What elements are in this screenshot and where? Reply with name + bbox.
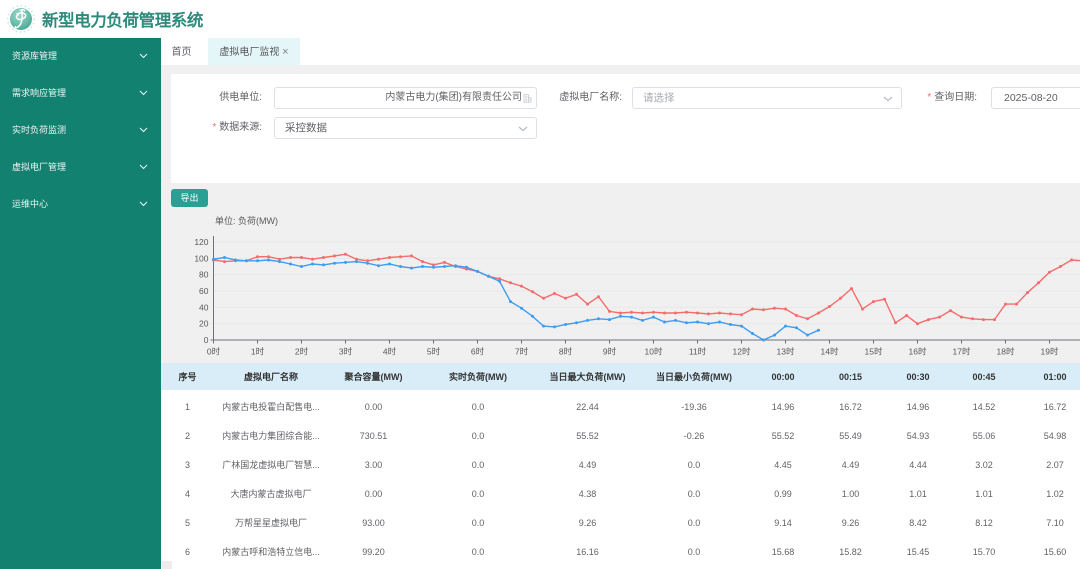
svg-text:15时: 15时 bbox=[865, 347, 883, 357]
svg-text:60: 60 bbox=[199, 286, 209, 296]
svg-text:6时: 6时 bbox=[471, 347, 485, 357]
svg-text:7时: 7时 bbox=[515, 347, 529, 357]
svg-text:0: 0 bbox=[204, 335, 209, 345]
svg-text:3时: 3时 bbox=[339, 347, 353, 357]
svg-text:80: 80 bbox=[199, 270, 209, 280]
svg-text:4时: 4时 bbox=[383, 347, 397, 357]
svg-text:8时: 8时 bbox=[559, 347, 573, 357]
svg-text:120: 120 bbox=[194, 237, 208, 247]
svg-text:13时: 13时 bbox=[777, 347, 795, 357]
svg-text:10时: 10时 bbox=[645, 347, 663, 357]
svg-text:2时: 2时 bbox=[295, 347, 309, 357]
svg-text:11时: 11时 bbox=[689, 347, 707, 357]
svg-text:19时: 19时 bbox=[1041, 347, 1059, 357]
svg-text:0时: 0时 bbox=[207, 347, 221, 357]
svg-text:16时: 16时 bbox=[909, 347, 927, 357]
svg-text:18时: 18时 bbox=[997, 347, 1015, 357]
svg-text:20: 20 bbox=[199, 319, 209, 329]
svg-text:40: 40 bbox=[199, 302, 209, 312]
svg-text:1时: 1时 bbox=[251, 347, 265, 357]
svg-text:100: 100 bbox=[194, 253, 208, 263]
svg-text:9时: 9时 bbox=[603, 347, 617, 357]
svg-text:12时: 12时 bbox=[733, 347, 751, 357]
svg-text:14时: 14时 bbox=[821, 347, 839, 357]
svg-text:5时: 5时 bbox=[427, 347, 441, 357]
svg-text:17时: 17时 bbox=[953, 347, 971, 357]
